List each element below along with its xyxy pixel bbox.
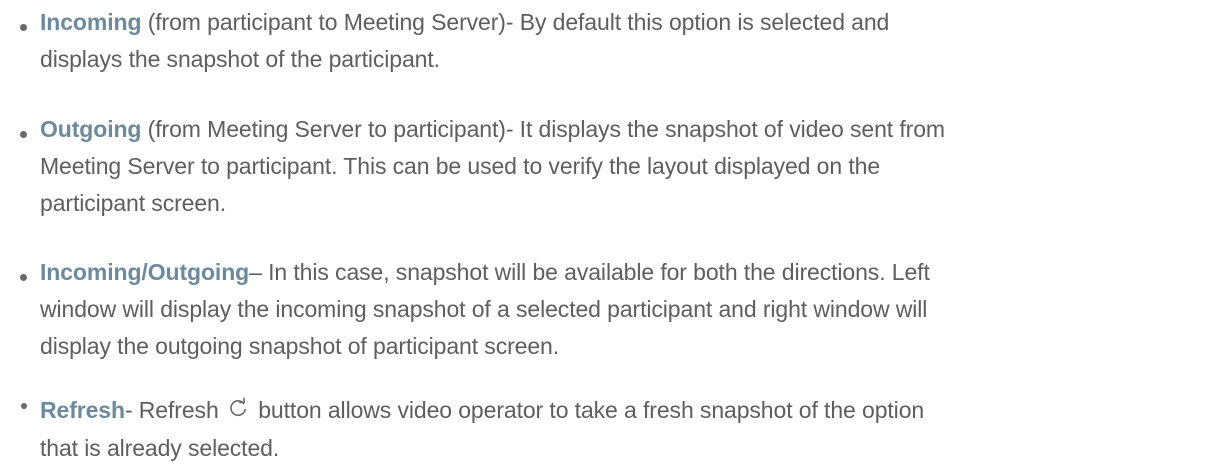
term-incoming-outgoing: Incoming/Outgoing [40,259,250,285]
list-item-text: Incoming/Outgoing– In this case, snapsho… [40,254,1210,365]
description-text: (from participant to Meeting Server)- By… [141,9,890,35]
description-text: (from Meeting Server to participant)- It… [141,116,945,142]
bullet [20,131,27,138]
bullet [21,403,27,409]
description-text: – In this case, snapshot will be availab… [249,259,930,285]
text-line: window will display the incoming snapsho… [40,296,928,322]
text-line: Outgoing (from Meeting Server to partici… [40,111,1210,148]
text-line: participant screen. [40,190,227,216]
text-line: displays the snapshot of the participant… [40,46,440,72]
refresh-icon [228,393,248,430]
text-line: Refresh- Refresh button allows video ope… [40,392,1210,430]
bullet [20,274,27,281]
list-item-text: Incoming (from participant to Meeting Se… [40,4,1210,78]
term-refresh: Refresh [40,397,125,423]
text-line: Meeting Server to participant. This can … [40,153,881,179]
text-line: Incoming/Outgoing– In this case, snapsho… [40,254,1210,291]
list-item-text: Outgoing (from Meeting Server to partici… [40,111,1210,222]
description-text: - Refresh [124,397,225,423]
text-line: that is already selected. [40,435,280,461]
description-text: button allows video operator to take a f… [251,397,925,423]
text-line: Incoming (from participant to Meeting Se… [40,4,1210,41]
bullet [20,24,27,31]
term-outgoing: Outgoing [40,116,142,142]
term-incoming: Incoming [40,9,142,35]
text-line: display the outgoing snapshot of partici… [40,333,560,359]
